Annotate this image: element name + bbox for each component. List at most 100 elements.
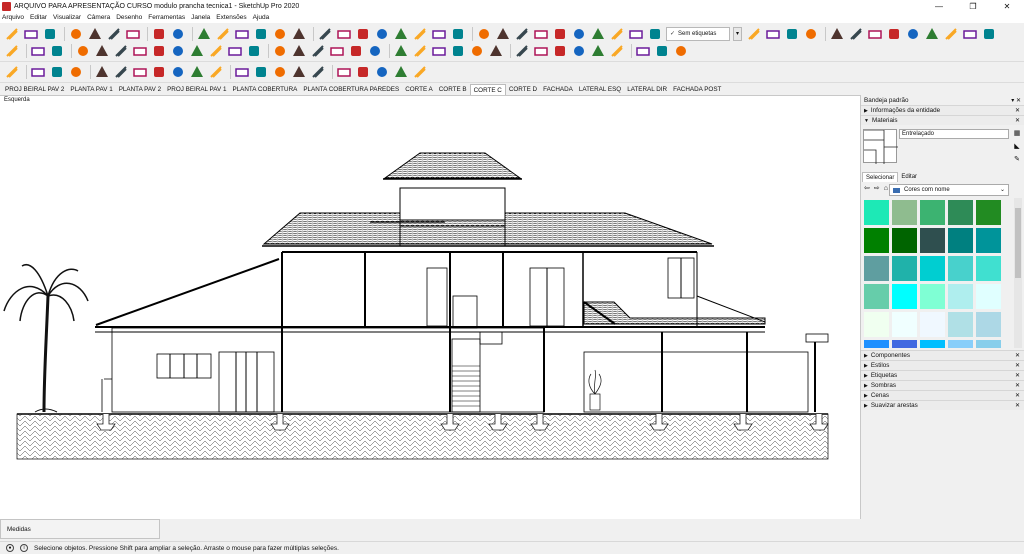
dimension-icon[interactable]: [412, 43, 428, 59]
color-swatch[interactable]: [976, 200, 1001, 225]
redo-icon[interactable]: [170, 26, 186, 42]
components-icon[interactable]: [234, 26, 250, 42]
open-file-icon[interactable]: [23, 26, 39, 42]
select-arrow-icon[interactable]: [4, 43, 20, 59]
axes-icon[interactable]: [469, 43, 485, 59]
offset-icon[interactable]: [170, 64, 186, 80]
freehand-icon[interactable]: [94, 43, 110, 59]
line-icon[interactable]: [75, 43, 91, 59]
top-view-icon[interactable]: [495, 26, 511, 42]
undo-icon[interactable]: [151, 26, 167, 42]
position-camera-icon[interactable]: [635, 43, 651, 59]
left-view-icon[interactable]: [571, 26, 587, 42]
select-tool-icon[interactable]: [4, 26, 20, 42]
scene-tab[interactable]: PROJ BEIRAL PAV 1: [164, 84, 229, 95]
look-around-icon[interactable]: [673, 43, 689, 59]
scene-tab[interactable]: PLANTA COBERTURA PAREDES: [300, 84, 402, 95]
chevron-down-icon[interactable]: ▾: [733, 26, 742, 41]
color-swatch[interactable]: [976, 284, 1001, 309]
menu-ajuda[interactable]: Ajuda: [253, 14, 270, 21]
section-cut-icon[interactable]: [784, 26, 800, 42]
hidden-line-icon[interactable]: [393, 26, 409, 42]
menu-desenho[interactable]: Desenho: [116, 14, 142, 21]
text-icon[interactable]: [450, 43, 466, 59]
menu-janela[interactable]: Janela: [191, 14, 210, 21]
sandbox-icon[interactable]: [829, 26, 845, 42]
sample-paint-icon[interactable]: ✎: [1012, 155, 1022, 167]
color-swatch[interactable]: [892, 312, 917, 337]
pan-icon[interactable]: [533, 43, 549, 59]
offset-icon[interactable]: [367, 43, 383, 59]
polygon-icon[interactable]: [170, 43, 186, 59]
bottom-view-icon[interactable]: [590, 26, 606, 42]
warehouse-icon[interactable]: [393, 64, 409, 80]
eraser-icon[interactable]: [49, 43, 65, 59]
push-pull-icon[interactable]: [291, 43, 307, 59]
color-swatch[interactable]: [976, 256, 1001, 281]
color-swatch[interactable]: [864, 200, 889, 225]
paste-icon[interactable]: [106, 26, 122, 42]
tab-editar[interactable]: Editar: [898, 172, 920, 182]
tape-measure-icon[interactable]: [189, 64, 205, 80]
panel-collapsed[interactable]: ▶ Suavizar arestas ✕: [861, 400, 1024, 410]
previous-view-icon[interactable]: [609, 43, 625, 59]
save-icon[interactable]: [42, 26, 58, 42]
zoom-icon[interactable]: [552, 43, 568, 59]
paint-bucket-icon[interactable]: [234, 64, 250, 80]
menu-visualizar[interactable]: Visualizar: [53, 14, 81, 21]
scene-tab[interactable]: CORTE A: [402, 84, 436, 95]
color-swatch[interactable]: [948, 284, 973, 309]
zoom-icon[interactable]: [291, 64, 307, 80]
scene-tab[interactable]: FACHADA POST: [670, 84, 724, 95]
zoom-extents-icon[interactable]: [590, 43, 606, 59]
scene-tab[interactable]: CORTE D: [506, 84, 540, 95]
color-swatch[interactable]: [920, 284, 945, 309]
text-icon[interactable]: [208, 64, 224, 80]
follow-me-icon[interactable]: [329, 43, 345, 59]
panel-collapsed[interactable]: ▶ Cenas ✕: [861, 390, 1024, 400]
close-icon[interactable]: ✕: [1015, 352, 1020, 359]
scene-tab[interactable]: LATERAL ESQ: [576, 84, 624, 95]
section-fill-icon[interactable]: [803, 26, 819, 42]
color-swatch[interactable]: [976, 340, 1001, 348]
color-swatch[interactable]: [864, 312, 889, 337]
viewport[interactable]: Esquerda: [0, 95, 860, 519]
tape-measure-icon[interactable]: [393, 43, 409, 59]
scene-tab[interactable]: PLANTA PAV 1: [67, 84, 115, 95]
share-model-icon[interactable]: [317, 26, 333, 42]
measurements-box[interactable]: Medidas: [0, 519, 160, 539]
color-swatch[interactable]: [948, 256, 973, 281]
display-section-icon[interactable]: [765, 26, 781, 42]
monochrome-icon[interactable]: [450, 26, 466, 42]
copy-icon[interactable]: [87, 26, 103, 42]
color-swatch[interactable]: [920, 340, 945, 348]
textured-icon[interactable]: [431, 26, 447, 42]
color-swatch[interactable]: [864, 228, 889, 253]
color-swatch[interactable]: [920, 256, 945, 281]
info-icon[interactable]: i: [20, 544, 28, 552]
close-icon[interactable]: ✕: [1015, 392, 1020, 399]
look-around-icon[interactable]: [981, 26, 997, 42]
panel-materials[interactable]: ▼ Materiais ✕: [861, 115, 1024, 125]
arc-dropdown-icon[interactable]: [68, 64, 84, 80]
color-swatch[interactable]: [864, 284, 889, 309]
eye-icon[interactable]: [628, 26, 644, 42]
home-icon[interactable]: ⌂: [884, 185, 888, 192]
color-swatch[interactable]: [920, 312, 945, 337]
color-swatch[interactable]: [948, 312, 973, 337]
forward-arrow-icon[interactable]: ⇨: [874, 184, 880, 192]
panel-entity-info[interactable]: ▶ Informações da entidade ✕: [861, 105, 1024, 115]
move-icon[interactable]: [113, 64, 129, 80]
color-swatch[interactable]: [892, 228, 917, 253]
color-swatch[interactable]: [892, 256, 917, 281]
arc-icon[interactable]: [189, 43, 205, 59]
erase-icon[interactable]: [125, 26, 141, 42]
move-icon[interactable]: [272, 43, 288, 59]
three-point-arc-icon[interactable]: [227, 43, 243, 59]
panel-collapsed[interactable]: ▶ Componentes ✕: [861, 350, 1024, 360]
geo-location-icon[interactable]: ●: [6, 544, 14, 552]
default-material-icon[interactable]: ◣: [1012, 142, 1022, 154]
scene-tab[interactable]: PLANTA PAV 2: [116, 84, 164, 95]
walk-icon[interactable]: [962, 26, 978, 42]
tab-selecionar[interactable]: Selecionar: [862, 172, 899, 182]
